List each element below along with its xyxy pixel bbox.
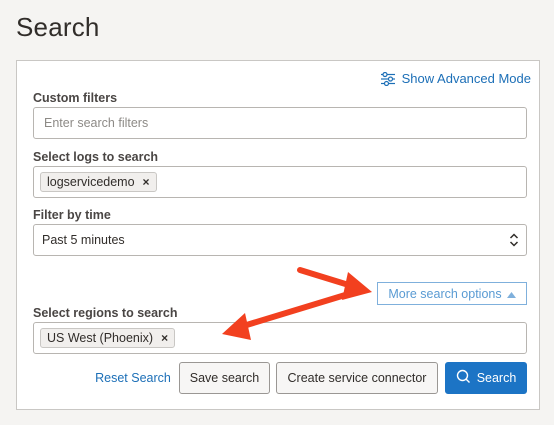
region-chip-label: US West (Phoenix) — [47, 331, 154, 345]
reset-search-button[interactable]: Reset Search — [93, 362, 173, 394]
select-regions-label: Select regions to search — [33, 306, 178, 320]
caret-up-icon — [506, 287, 516, 301]
select-logs-label: Select logs to search — [33, 150, 159, 164]
select-logs-field[interactable]: logservicedemo × — [33, 166, 527, 198]
select-regions-field[interactable]: US West (Phoenix) × — [33, 322, 527, 354]
sliders-icon — [380, 71, 396, 86]
region-chip: US West (Phoenix) × — [40, 328, 176, 348]
custom-filters-field[interactable] — [33, 107, 527, 139]
save-search-button[interactable]: Save search — [179, 362, 270, 394]
search-button-label: Search — [476, 371, 517, 385]
more-search-options-label: More search options — [388, 286, 502, 301]
more-search-options-toggle[interactable]: More search options — [377, 282, 527, 305]
log-chip-label: logservicedemo — [47, 175, 135, 189]
filter-by-time-label: Filter by time — [33, 208, 111, 222]
custom-filters-input[interactable] — [34, 108, 526, 138]
region-chip-remove-icon[interactable]: × — [161, 331, 168, 345]
select-updown-icon — [508, 232, 520, 253]
create-service-connector-button[interactable]: Create service connector — [276, 362, 438, 394]
show-advanced-mode-link[interactable]: Show Advanced Mode — [380, 71, 531, 86]
search-icon — [456, 369, 471, 387]
filter-by-time-value: Past 5 minutes — [42, 233, 125, 247]
log-chip-remove-icon[interactable]: × — [143, 175, 150, 189]
search-panel: Show Advanced Mode Custom filters Select… — [16, 60, 540, 410]
filter-by-time-select[interactable]: Past 5 minutes — [33, 224, 527, 256]
search-page: Search Show Advanced Mode Custom filters… — [0, 0, 554, 425]
show-advanced-mode-label: Show Advanced Mode — [401, 71, 531, 86]
page-title: Search — [16, 12, 100, 42]
log-chip: logservicedemo × — [40, 172, 157, 192]
search-button[interactable]: Search — [445, 362, 527, 394]
custom-filters-label: Custom filters — [33, 91, 118, 105]
